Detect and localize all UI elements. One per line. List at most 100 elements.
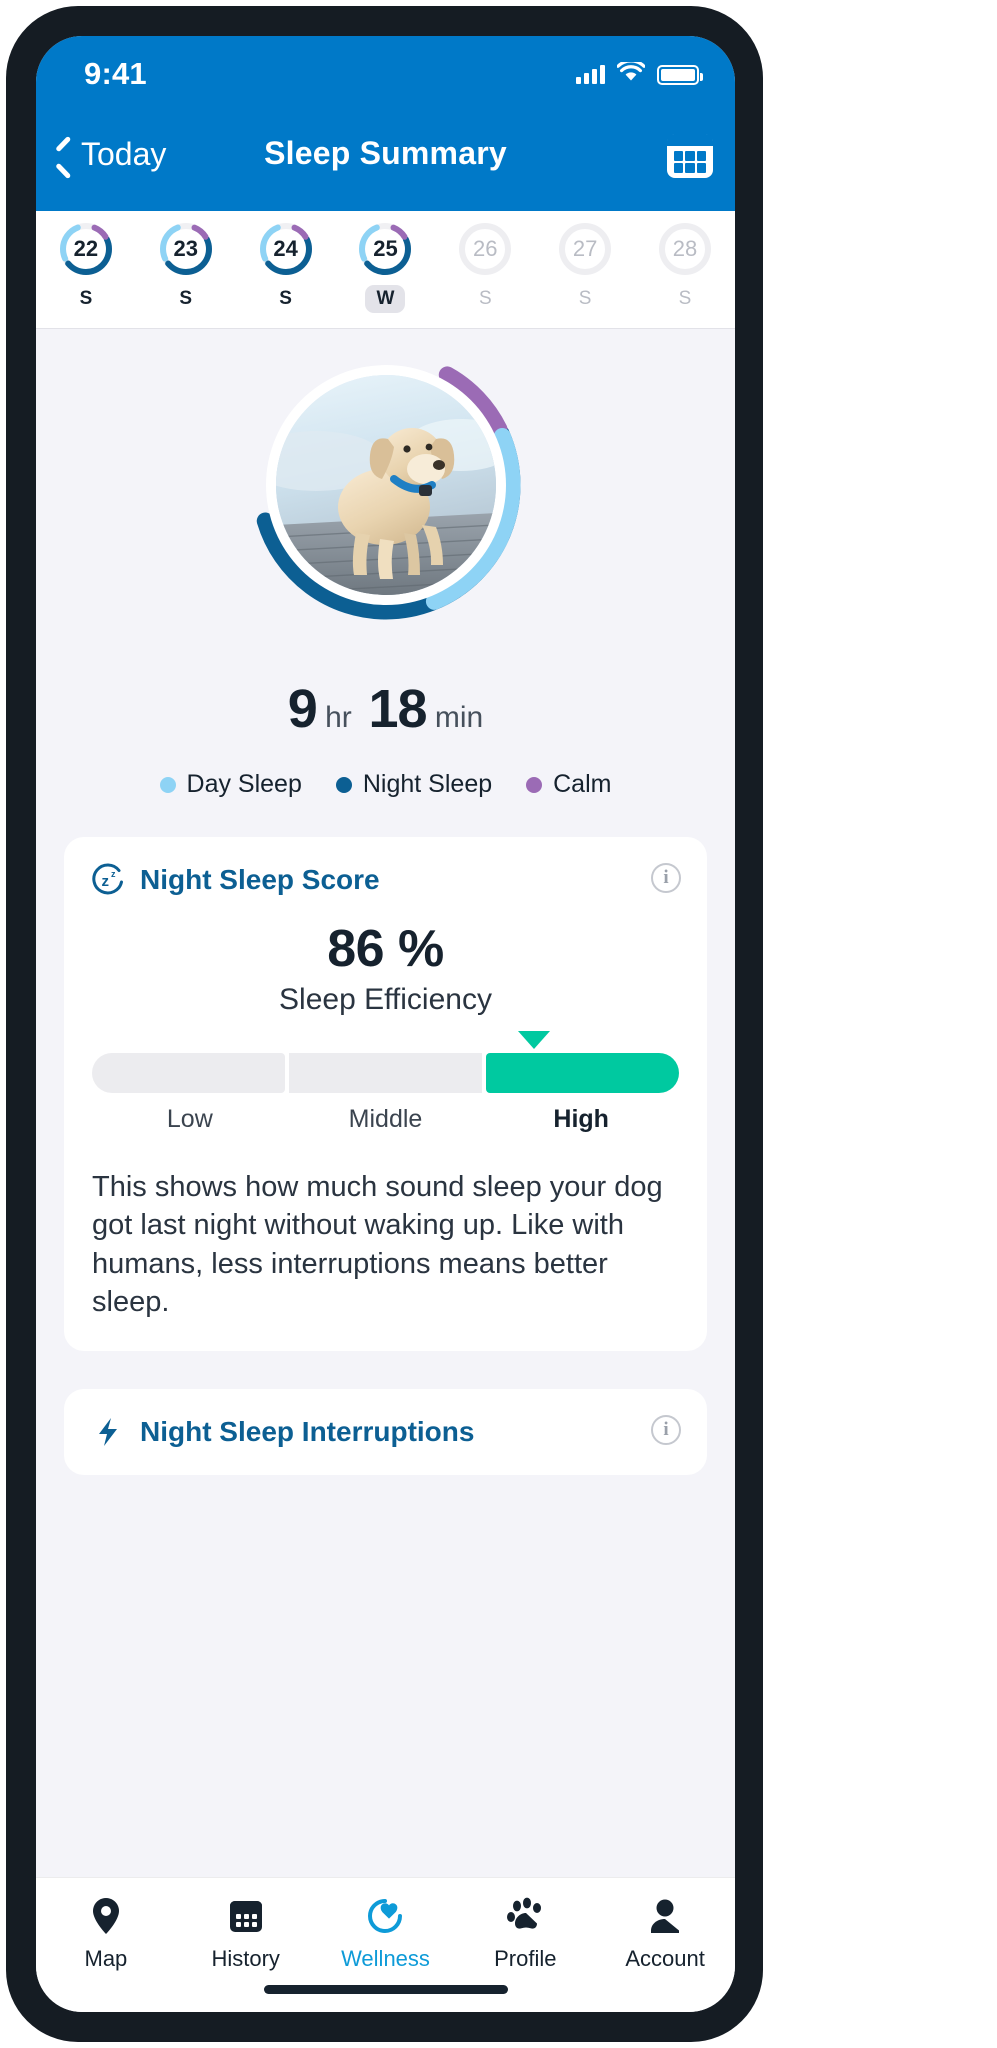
legend-label: Day Sleep [186,770,302,798]
battery-full-icon [657,64,703,85]
tab-label: History [211,1946,280,1971]
card-header: Night Sleep Interruptions [92,1415,679,1449]
gauge-label-low: Low [166,1105,213,1133]
interruption-bolt-icon [99,1418,117,1447]
sleep-legend: Day Sleep Night Sleep Calm [36,770,735,799]
card-title: Night Sleep Score [140,864,380,895]
screenshot-stage: 9:41 Today Sleep Summary 22 S 23 S 24 S … [0,0,997,2048]
day-letter: S [678,288,692,309]
legend-color-dot [159,776,176,793]
legend-label: Calm [553,770,612,798]
tab-label: Wellness [341,1946,430,1971]
legend-color-dot [526,776,543,793]
dog-photo [276,375,496,595]
sleep-hours: 9 [287,679,318,739]
phone-volume-down-button [6,576,13,686]
cellular-bars-icon [576,65,605,84]
card-title: Night Sleep Interruptions [140,1416,475,1448]
score-block: 86 % Sleep Efficiency [92,919,679,1017]
gauge-segment-low [92,1053,285,1093]
date-strip[interactable]: 22 S 23 S 24 S 25 W 26 S 27 S 28 S [36,211,735,329]
tab-wellness[interactable]: Wellness [316,1896,456,1972]
sleep-minutes: 18 [368,679,427,739]
tab-map[interactable]: Map [36,1896,176,1972]
sleep-minutes-unit: min [434,701,484,734]
page-title: Sleep Summary [264,135,507,171]
calendar-icon[interactable] [667,134,713,178]
card-description: This shows how much sound sleep your dog… [92,1171,663,1318]
phone-volume-up-button [6,426,13,536]
date-item-26[interactable]: 26 S [441,221,529,313]
date-progress-ring: 23 [158,221,214,277]
gauge-segment-high [486,1053,679,1093]
date-progress-ring: 24 [258,221,314,277]
gauge-label-high: High [553,1105,609,1133]
date-progress-ring: 28 [657,221,713,277]
tab-account[interactable]: Account [595,1896,735,1972]
phone-mute-switch [6,306,13,366]
night-sleep-score-card: z z Night Sleep Score i 86 % Sleep Effic… [64,837,707,1352]
gauge-pointer-icon [517,1031,550,1049]
date-item-25[interactable]: 25 W [341,221,429,313]
sleep-duration: 9 hr 18 min [36,678,735,740]
svg-text:z: z [111,869,116,879]
day-letter: S [578,288,592,309]
date-item-22[interactable]: 22 S [42,221,130,313]
legend-item: Calm [526,770,611,799]
date-item-24[interactable]: 24 S [242,221,330,313]
legend-item: Day Sleep [159,770,302,799]
person-icon [648,1896,682,1936]
scroll-content[interactable]: 9 hr 18 min Day Sleep Night Sleep Calm z z… [36,329,735,1712]
phone-screen: 9:41 Today Sleep Summary 22 S 23 S 24 S … [36,36,735,2012]
tab-history[interactable]: History [176,1896,316,1972]
legend-label: Night Sleep [362,770,493,798]
sleep-ring-hero [36,329,735,674]
card-header: z z Night Sleep Score [92,863,679,897]
date-progress-ring: 22 [58,221,114,277]
date-number: 28 [672,236,698,261]
wifi-icon [616,59,646,87]
date-progress-ring: 25 [357,221,413,277]
day-letter: S [79,288,93,309]
date-number: 26 [473,236,498,261]
gauge-track [92,1053,679,1093]
info-icon[interactable]: i [651,1415,681,1446]
day-letter: W [365,285,406,313]
date-number: 27 [572,236,598,261]
efficiency-gauge: Low Middle High [92,1031,679,1134]
day-letter: S [478,288,492,309]
status-icons [576,59,703,87]
date-number: 25 [373,236,398,261]
date-progress-ring: 27 [557,221,613,277]
date-number: 22 [73,236,99,261]
sleep-zz-icon: z z [92,863,123,895]
night-sleep-interruptions-card[interactable]: Night Sleep Interruptions i [64,1389,707,1476]
svg-text:z: z [102,873,110,890]
score-value: 86 % [327,920,444,978]
gauge-labels: Low Middle High [92,1105,679,1134]
paw-print-icon [505,1896,545,1936]
date-item-23[interactable]: 23 S [142,221,230,313]
date-progress-ring: 26 [457,221,513,277]
heart-pulse-icon [366,1896,404,1936]
home-indicator [263,1985,508,1994]
tab-label: Map [84,1946,128,1971]
status-clock: 9:41 [84,56,147,91]
info-icon[interactable]: i [651,863,681,893]
location-pin-icon [88,1896,124,1936]
gauge-label-middle: Middle [348,1105,423,1133]
calendar-icon [228,1896,264,1936]
navigation-bar: Today Sleep Summary [36,118,735,211]
legend-color-dot [335,776,352,793]
date-number: 24 [273,236,298,261]
tab-label: Account [625,1946,705,1971]
day-letter: S [179,288,193,309]
date-item-27[interactable]: 27 S [541,221,629,313]
date-item-28[interactable]: 28 S [641,221,729,313]
tab-profile[interactable]: Profile [455,1896,595,1972]
status-bar: 9:41 [36,36,735,118]
day-letter: S [279,288,292,309]
legend-item: Night Sleep [335,770,493,799]
tab-label: Profile [494,1946,557,1971]
gauge-segment-middle [289,1053,482,1093]
